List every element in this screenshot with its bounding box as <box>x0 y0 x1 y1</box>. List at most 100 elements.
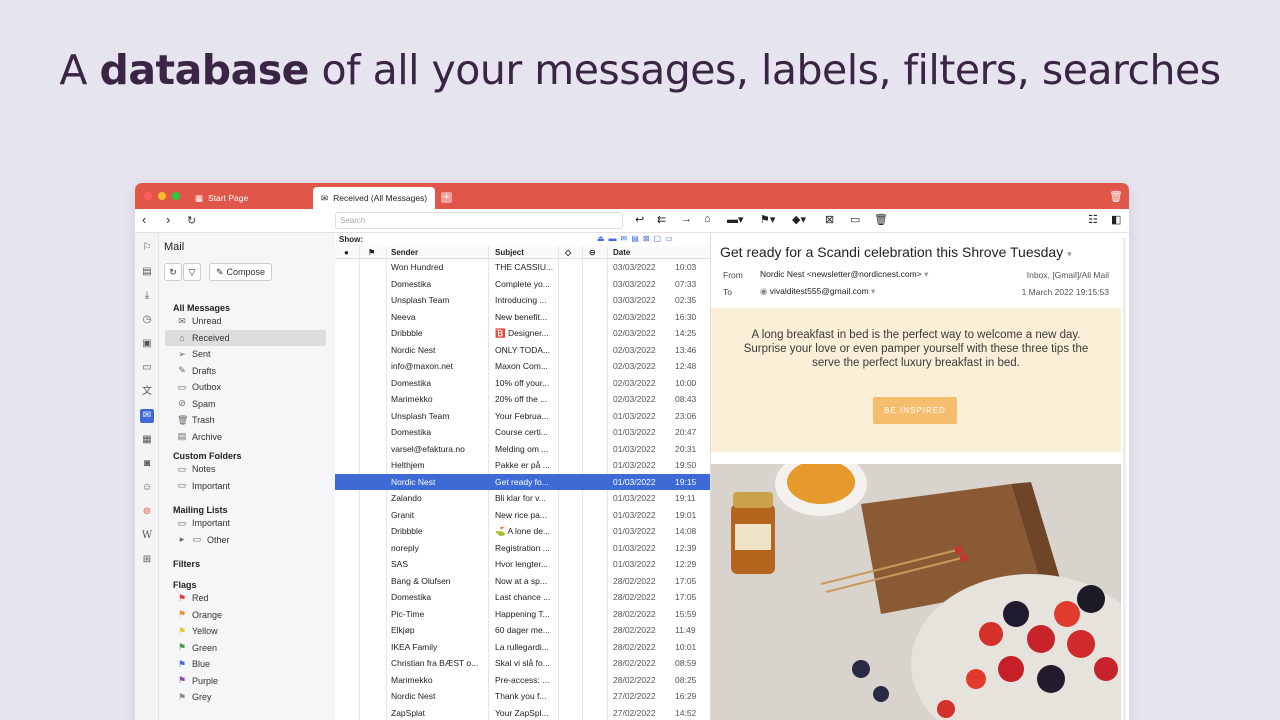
compose-button[interactable]: ✎ Compose <box>209 263 272 281</box>
table-row[interactable]: Domestika Complete yo... 03/03/2022 07:33 <box>335 276 710 293</box>
sender-column-header[interactable]: Sender <box>391 248 418 257</box>
contacts-icon[interactable]: ☺ <box>140 481 154 495</box>
feeds-icon[interactable]: ◙ <box>140 457 154 471</box>
table-row[interactable]: ZapSplat Your ZapSpl... 27/02/2022 14:52 <box>335 705 710 720</box>
tab-start-page[interactable]: ▦ Start Page <box>187 187 307 209</box>
back-icon[interactable]: ‹ <box>142 212 146 227</box>
mailing-lists-heading[interactable]: Mailing Lists <box>173 505 228 515</box>
flag-grey[interactable]: ⚑ Grey <box>165 689 326 705</box>
table-row[interactable]: Dribbble 🅱️ Designer... 02/03/2022 14:25 <box>335 325 710 342</box>
table-row[interactable]: Nordic Nest ONLY TODA... 02/03/2022 13:46 <box>335 342 710 359</box>
folder-sent[interactable]: ➢ Sent <box>165 346 326 362</box>
forward-mail-icon[interactable]: → <box>681 213 692 225</box>
mail-panel-icon[interactable]: ✉ <box>140 409 154 423</box>
table-row[interactable]: Marimekko 20% off the ... 02/03/2022 08:43 <box>335 391 710 408</box>
panel-toggle-icon[interactable]: ◧ <box>1111 213 1121 226</box>
folder-important[interactable]: ▭ Important <box>165 478 326 494</box>
table-row[interactable]: Neeva New benefit... 02/03/2022 16:30 <box>335 309 710 326</box>
reading-list-icon[interactable]: ▤ <box>140 265 154 279</box>
table-row[interactable]: info@maxon.net Maxon Com... 02/03/2022 12:4… <box>335 358 710 375</box>
flag-column-icon[interactable]: ⚑ <box>368 248 375 257</box>
new-tab-button[interactable]: + <box>441 192 452 203</box>
table-row[interactable]: Nordic Nest Get ready fo... 01/03/2022 19:1… <box>335 473 710 490</box>
subject-column-header[interactable]: Subject <box>495 248 524 257</box>
bookmark-icon[interactable]: ⚐ <box>140 241 154 255</box>
table-row[interactable]: Unsplash Team Introducing ... 03/03/2022 02… <box>335 292 710 309</box>
folder-outbox[interactable]: ▭ Outbox <box>165 379 326 395</box>
flag-green[interactable]: ⚑ Green <box>165 640 326 656</box>
minimize-window-button[interactable] <box>158 192 166 200</box>
folder-archive[interactable]: ▤ Archive <box>165 429 326 445</box>
translate-icon[interactable]: 文 <box>140 385 154 399</box>
reload-icon[interactable]: ↻ <box>187 214 196 227</box>
move-folder-icon[interactable]: ▬▾ <box>727 213 744 226</box>
table-row[interactable]: Pic-Time Happening T... 28/02/2022 15:59 <box>335 606 710 623</box>
layout-icon[interactable]: ☷ <box>1088 213 1098 226</box>
chevron-down-icon[interactable]: ▾ <box>1067 249 1072 259</box>
all-messages-heading[interactable]: All Messages <box>173 303 230 313</box>
table-row[interactable]: Dribbble ⛳ A lone de... 01/03/2022 14:08 <box>335 523 710 540</box>
table-row[interactable]: Won Hundred THE CASSIU... 03/03/2022 10:03 <box>335 259 710 276</box>
table-row[interactable]: Bang & Olufsen Now at a sp... 28/02/2022 17… <box>335 573 710 590</box>
table-row[interactable]: Domestika Course certi... 01/03/2022 20:47 <box>335 424 710 441</box>
flag-yellow[interactable]: ⚑ Yellow <box>165 623 326 639</box>
flag-orange[interactable]: ⚑ Orange <box>165 607 326 623</box>
download-icon[interactable]: ⤓ <box>140 289 154 303</box>
folder-notes[interactable]: ▭ Notes <box>165 461 326 477</box>
trash-icon[interactable]: 🗑 <box>1109 190 1123 203</box>
history-icon[interactable]: ◷ <box>140 313 154 327</box>
reader-scrollbar[interactable] <box>1123 237 1126 720</box>
archive-icon[interactable]: ▭ <box>850 213 860 226</box>
window-icon[interactable]: ▭ <box>140 361 154 375</box>
forward-icon[interactable]: › <box>166 212 170 227</box>
to-address[interactable]: ◉ vivalditest555@gmail.com ▾ <box>760 286 875 297</box>
tab-received[interactable]: ✉ Received (All Messages) <box>313 187 435 209</box>
folder-drafts[interactable]: ✎ Drafts <box>165 363 326 379</box>
spam-icon[interactable]: ⊠ <box>825 213 834 226</box>
calendar-icon[interactable]: ▦ <box>140 433 154 447</box>
flags-heading[interactable]: Flags <box>173 580 197 590</box>
be-inspired-button[interactable]: BE INSPIRED <box>873 397 957 424</box>
table-row[interactable]: Marimekko Pre-access: ... 28/02/2022 08:25 <box>335 672 710 689</box>
table-row[interactable]: noreply Registration ... 01/03/2022 12:39 <box>335 540 710 557</box>
reply-all-icon[interactable]: ⇇ <box>657 213 666 226</box>
flag-red[interactable]: ⚑ Red <box>165 590 326 606</box>
flag-purple[interactable]: ⚑ Purple <box>165 673 326 689</box>
close-window-button[interactable] <box>144 192 152 200</box>
label-menu-icon[interactable]: ◆▾ <box>792 213 806 226</box>
delete-icon[interactable]: 🗑 <box>874 213 888 226</box>
from-address[interactable]: Nordic Nest <newsletter@nordicnest.com> … <box>760 269 928 280</box>
list-other[interactable]: ▸ ▭ Other <box>165 532 326 548</box>
table-row[interactable]: Granit New rice pa... 01/03/2022 19:01 <box>335 507 710 524</box>
folder-received[interactable]: ⌂ Received <box>165 329 326 346</box>
table-row[interactable]: IKEA Family La rullegardi... 28/02/2022 10:… <box>335 639 710 656</box>
custom-folders-heading[interactable]: Custom Folders <box>173 451 242 461</box>
read-status-column-icon[interactable]: ● <box>344 248 349 257</box>
table-row[interactable]: Nordic Nest Thank you f... 27/02/2022 16:29 <box>335 688 710 705</box>
refresh-mail-button[interactable]: ↻ <box>164 263 182 281</box>
maximize-window-button[interactable] <box>172 192 180 200</box>
table-row[interactable]: Elkjøp 60 dager me... 28/02/2022 11:49 <box>335 622 710 639</box>
table-row[interactable]: Zalando Bli klar for v... 01/03/2022 19:11 <box>335 490 710 507</box>
table-row[interactable]: SAS Hvor lengter... 01/03/2022 12:29 <box>335 556 710 573</box>
date-column-header[interactable]: Date <box>613 248 630 257</box>
mark-read-icon[interactable]: ⌂ <box>704 213 711 225</box>
flag-blue[interactable]: ⚑ Blue <box>165 656 326 672</box>
wikipedia-icon[interactable]: W <box>140 529 154 543</box>
flag-menu-icon[interactable]: ⚑▾ <box>760 213 775 226</box>
table-row[interactable]: Christian fra BÆST o... Skal vi slå fo...… <box>335 655 710 672</box>
list-important[interactable]: ▭ Important <box>165 515 326 531</box>
label-column-icon[interactable]: ◇ <box>565 248 571 257</box>
add-panel-icon[interactable]: ⊞ <box>140 553 154 567</box>
table-row[interactable]: varsel@efaktura.no Melding om ... 01/03/20… <box>335 441 710 458</box>
reply-icon[interactable]: ↩ <box>635 213 644 226</box>
table-row[interactable]: Unsplash Team Your Februa... 01/03/2022 23:… <box>335 408 710 425</box>
table-row[interactable]: Domestika Last chance ... 28/02/2022 17:05 <box>335 589 710 606</box>
folder-unread[interactable]: ✉ Unread <box>165 313 326 329</box>
vivaldi-icon[interactable]: ⊚ <box>140 505 154 519</box>
attachment-column-icon[interactable]: ⊝ <box>589 248 596 257</box>
filter-button[interactable]: ▽ <box>183 263 201 281</box>
table-row[interactable]: Domestika 10% off your... 02/03/2022 10:00 <box>335 375 710 392</box>
show-filter-icons[interactable]: ⏏▬✉▤⊠▢▭ <box>597 234 677 243</box>
folder-trash[interactable]: 🗑 Trash <box>165 412 326 428</box>
